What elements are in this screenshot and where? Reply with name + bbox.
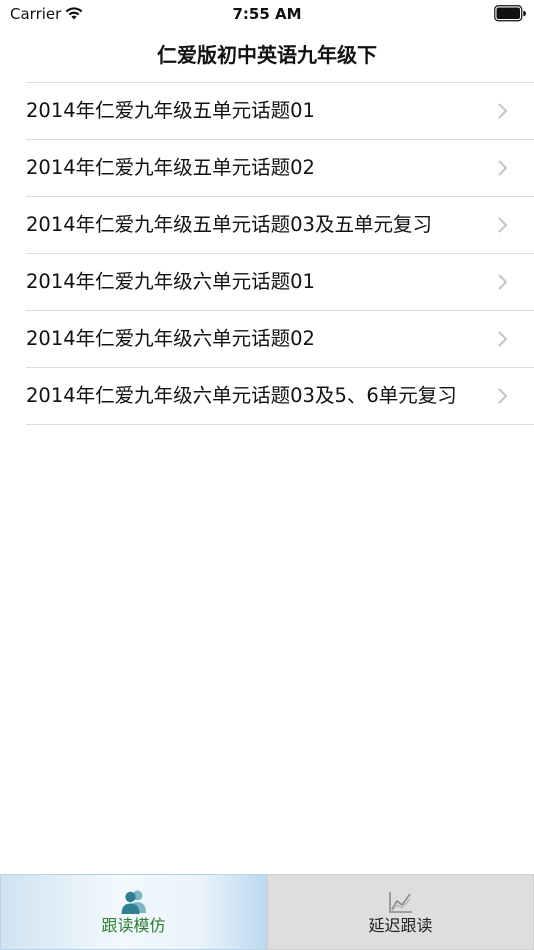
list-item[interactable]: 2014年仁爱九年级六单元话题02: [26, 311, 534, 368]
tab-bar: 跟读模仿 延迟跟读: [0, 874, 534, 950]
tab-delayed-read[interactable]: 延迟跟读: [267, 874, 534, 950]
list-item-label: 2014年仁爱九年级五单元话题01: [26, 99, 315, 122]
list-item-label: 2014年仁爱九年级六单元话题01: [26, 270, 315, 293]
page-title: 仁爱版初中英语九年级下: [157, 43, 377, 67]
status-bar: Carrier 7:55 AM: [0, 0, 534, 30]
tab-label: 跟读模仿: [101, 916, 166, 935]
chevron-right-icon: [498, 103, 507, 119]
list-item[interactable]: 2014年仁爱九年级六单元话题03及5、6单元复习: [26, 368, 534, 425]
chevron-right-icon: [498, 331, 507, 347]
tab-label: 延迟跟读: [368, 916, 433, 935]
tab-follow-read[interactable]: 跟读模仿: [0, 874, 267, 950]
chevron-right-icon: [498, 388, 507, 404]
status-time: 7:55 AM: [232, 5, 302, 23]
chevron-right-icon: [498, 274, 507, 290]
list-item-label: 2014年仁爱九年级六单元话题03及5、6单元复习: [26, 384, 457, 407]
list-item[interactable]: 2014年仁爱九年级六单元话题01: [26, 254, 534, 311]
chart-icon: [388, 892, 412, 913]
list-item-label: 2014年仁爱九年级五单元话题03及五单元复习: [26, 213, 432, 236]
lesson-list: 2014年仁爱九年级五单元话题01 2014年仁爱九年级五单元话题02 2014…: [0, 83, 534, 425]
users-icon: [121, 890, 146, 914]
list-item[interactable]: 2014年仁爱九年级五单元话题03及五单元复习: [26, 197, 534, 254]
list-item[interactable]: 2014年仁爱九年级五单元话题01: [26, 83, 534, 140]
list-item-label: 2014年仁爱九年级五单元话题02: [26, 156, 315, 179]
list-item[interactable]: 2014年仁爱九年级五单元话题02: [26, 140, 534, 197]
chevron-right-icon: [498, 217, 507, 233]
chevron-right-icon: [498, 160, 507, 176]
battery-icon: [494, 5, 526, 22]
list-item-label: 2014年仁爱九年级六单元话题02: [26, 327, 315, 350]
